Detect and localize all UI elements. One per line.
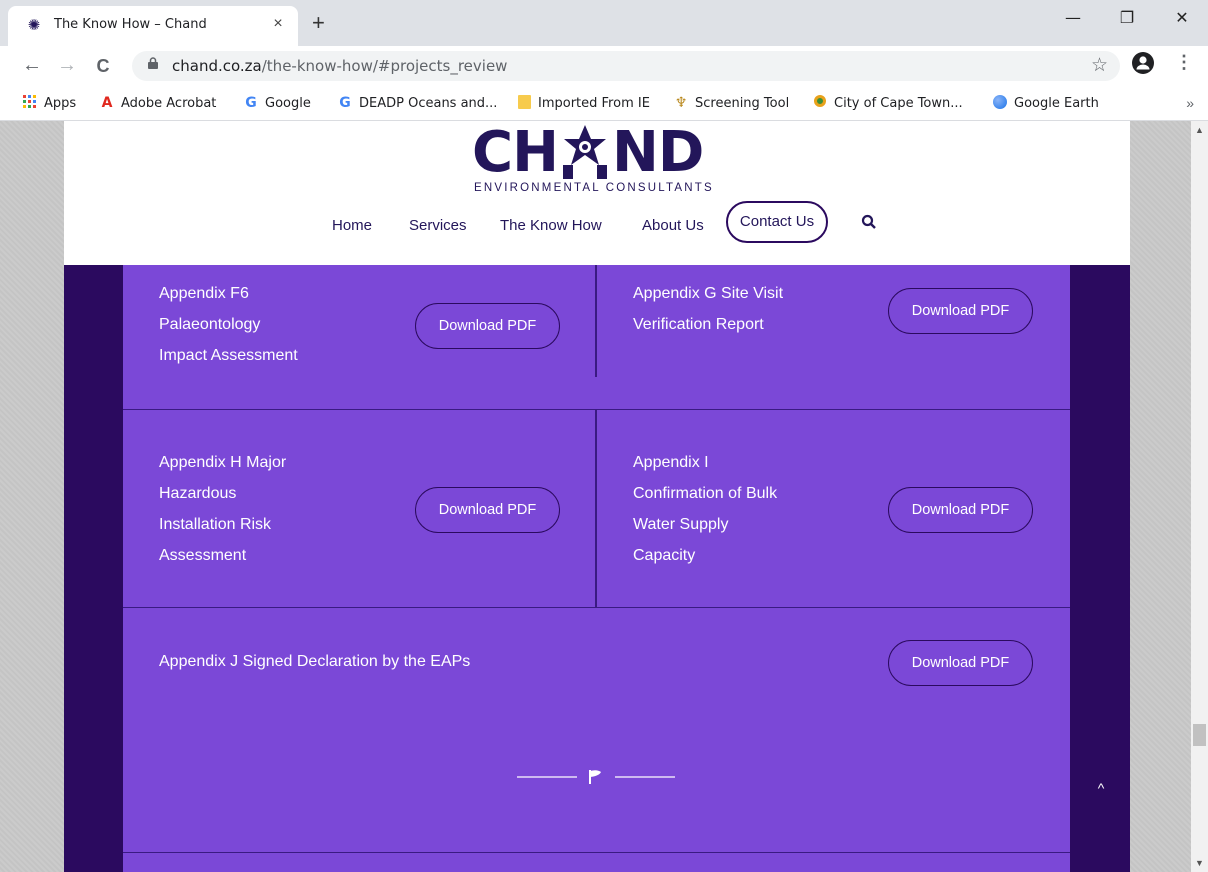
browser-tab[interactable]: ✺ The Know How – Chand ×: [8, 6, 298, 46]
tab-title: The Know How – Chand: [54, 17, 207, 32]
download-pdf-button[interactable]: Download PDF: [415, 303, 560, 349]
sa-coat-of-arms-icon: ♆: [674, 95, 688, 111]
site-header: CH ND ENVIRONMENTAL CONSULTANTS Home Serv…: [64, 121, 1130, 265]
reload-icon[interactable]: C: [91, 56, 115, 77]
new-tab-icon[interactable]: +: [312, 10, 325, 36]
site-wrapper: CH ND ENVIRONMENTAL CONSULTANTS Home Serv…: [64, 121, 1130, 872]
nav-the-know-how[interactable]: The Know How: [500, 217, 602, 234]
document-title: Appendix F6 Palaeontology Impact Assessm…: [159, 285, 298, 364]
profile-avatar-icon[interactable]: [1132, 52, 1154, 74]
cape-town-icon: [812, 95, 828, 111]
bookmark-label: Apps: [44, 95, 77, 111]
nav-about-us[interactable]: About Us: [642, 217, 704, 234]
bookmark-imported-from-ie[interactable]: Imported From IE: [516, 95, 650, 111]
url-text: chand.co.za/the-know-how/#projects_revie…: [172, 57, 507, 75]
document-title: Appendix G Site Visit Verification Repor…: [633, 285, 784, 333]
chand-logo[interactable]: CH ND ENVIRONMENTAL CONSULTANTS: [472, 121, 722, 200]
site-favicon-icon: ✺: [27, 17, 41, 34]
logo-wordmark: CH ND: [472, 121, 704, 185]
bookmark-deadp-oceans[interactable]: G DEADP Oceans and...: [337, 95, 497, 111]
document-card: Appendix G Site Visit Verification Repor…: [597, 265, 1070, 409]
bookmark-label: City of Cape Town...: [834, 95, 963, 111]
page-scrollbar[interactable]: ▲ ▼: [1191, 121, 1208, 872]
folder-icon: [516, 95, 532, 111]
restore-icon[interactable]: ❐: [1112, 8, 1142, 27]
logo-flower-icon: [558, 121, 612, 185]
close-window-icon[interactable]: ✕: [1167, 8, 1197, 27]
bookmark-label: Imported From IE: [538, 95, 650, 111]
scroll-to-top-button[interactable]: ^: [1089, 776, 1113, 800]
bookmark-city-of-cape-town[interactable]: City of Cape Town...: [812, 95, 963, 111]
bookmark-google-earth[interactable]: Google Earth: [992, 95, 1099, 111]
person-icon: [1136, 56, 1150, 70]
download-pdf-button[interactable]: Download PDF: [888, 640, 1033, 686]
acrobat-icon: A: [101, 95, 113, 111]
logo-tagline: ENVIRONMENTAL CONSULTANTS: [474, 182, 714, 194]
address-bar[interactable]: chand.co.za/the-know-how/#projects_revie…: [132, 51, 1120, 81]
document-title: Appendix I Confirmation of Bulk Water Su…: [633, 454, 778, 564]
nav-home[interactable]: Home: [332, 217, 372, 234]
document-card: Appendix H Major Hazardous Installation …: [123, 410, 595, 607]
document-card: Appendix F6 Palaeontology Impact Assessm…: [123, 265, 595, 409]
flag-divider-icon: [517, 770, 675, 784]
contact-us-button[interactable]: Contact Us: [726, 201, 828, 243]
url-path: /the-know-how/#projects_review: [261, 57, 508, 75]
bookmark-label: Google Earth: [1014, 95, 1099, 111]
tab-close-icon[interactable]: ×: [268, 15, 288, 33]
download-pdf-button[interactable]: Download PDF: [888, 288, 1033, 334]
apps-grid-icon: [22, 95, 38, 111]
bookmark-adobe-acrobat[interactable]: A Adobe Acrobat: [99, 95, 217, 111]
google-icon: G: [339, 95, 351, 111]
scroll-up-arrow-icon[interactable]: ▲: [1191, 125, 1208, 135]
lock-icon: [148, 57, 158, 69]
scroll-thumb[interactable]: [1193, 724, 1206, 746]
bookmark-label: Screening Tool: [695, 95, 790, 111]
more-bookmarks-icon[interactable]: »: [1186, 95, 1194, 111]
forward-icon[interactable]: →: [55, 54, 79, 77]
documents-panel: Appendix F6 Palaeontology Impact Assessm…: [123, 265, 1070, 872]
minimize-icon[interactable]: —: [1058, 8, 1088, 27]
document-card: Appendix J Signed Declaration by the EAP…: [123, 608, 1070, 718]
search-icon[interactable]: [861, 214, 877, 230]
nav-services[interactable]: Services: [409, 217, 467, 234]
document-card: Appendix I Confirmation of Bulk Water Su…: [597, 410, 1070, 607]
google-icon: G: [245, 95, 257, 111]
document-title: Appendix J Signed Declaration by the EAP…: [159, 653, 471, 670]
bookmark-apps[interactable]: Apps: [22, 95, 76, 111]
scroll-down-arrow-icon[interactable]: ▼: [1191, 858, 1208, 868]
url-domain: chand.co.za: [172, 57, 262, 75]
bookmark-label: Google: [265, 95, 311, 111]
bookmarks-bar: Apps A Adobe Acrobat G Google G DEADP Oc…: [0, 88, 1208, 121]
browser-menu-icon[interactable]: ⋮: [1175, 52, 1193, 73]
download-pdf-button[interactable]: Download PDF: [415, 487, 560, 533]
back-icon[interactable]: ←: [20, 54, 44, 77]
bookmark-google[interactable]: G Google: [243, 95, 311, 111]
tab-strip: ✺ The Know How – Chand × + — ❐ ✕: [0, 0, 1208, 46]
google-earth-icon: [992, 95, 1008, 111]
bookmark-label: Adobe Acrobat: [121, 95, 217, 111]
bookmark-star-icon[interactable]: ☆: [1091, 54, 1108, 77]
bookmark-screening-tool[interactable]: ♆ Screening Tool: [673, 95, 789, 111]
bookmark-label: DEADP Oceans and...: [359, 95, 498, 111]
page-viewport: CH ND ENVIRONMENTAL CONSULTANTS Home Serv…: [0, 121, 1191, 872]
row-divider: [123, 852, 1070, 853]
download-pdf-button[interactable]: Download PDF: [888, 487, 1033, 533]
document-title: Appendix H Major Hazardous Installation …: [159, 454, 287, 564]
